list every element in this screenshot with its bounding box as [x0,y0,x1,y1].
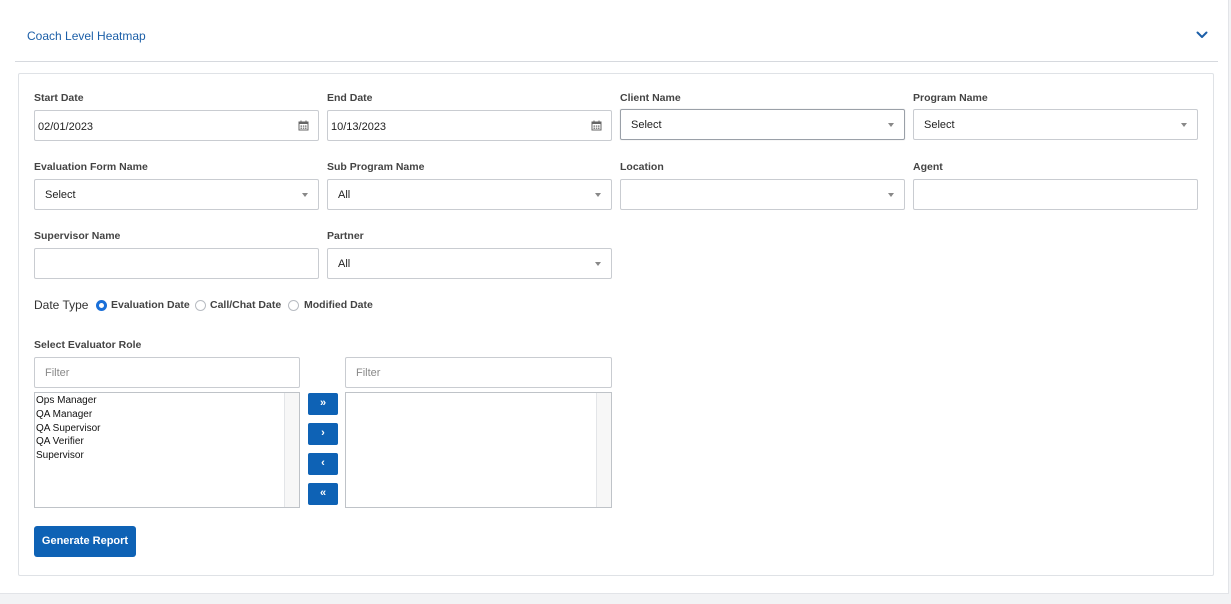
supervisor-name-field[interactable] [34,248,319,279]
partner-value: All [338,258,351,270]
radio-call-chat-date[interactable] [195,300,206,311]
supervisor-name-label: Supervisor Name [34,230,121,242]
caret-down-icon [302,193,308,197]
end-date-value: 10/13/2023 [331,121,387,133]
radio-call-chat-date-label[interactable]: Call/Chat Date [210,299,281,311]
calendar-icon[interactable] [298,120,309,131]
date-type-label: Date Type [34,298,89,312]
caret-down-icon [595,262,601,266]
evaluation-form-name-select[interactable]: Select [34,179,319,210]
selected-filter-field[interactable] [345,357,612,388]
selected-roles-list[interactable] [345,392,612,508]
calendar-icon[interactable] [591,120,602,131]
start-date-label: Start Date [34,92,84,104]
scrollbar[interactable] [596,393,611,507]
sub-program-name-value: All [338,189,351,201]
evaluation-form-name-label: Evaluation Form Name [34,161,148,173]
agent-field[interactable] [913,179,1198,210]
end-date-label: End Date [327,92,373,104]
location-label: Location [620,161,664,173]
filter-card: Start Date 02/01/2023 End Date 10/13/202… [18,73,1214,576]
program-name-value: Select [924,119,955,131]
list-item[interactable]: QA Verifier [36,435,84,448]
sub-program-name-label: Sub Program Name [327,161,425,173]
caret-down-icon [595,193,601,197]
client-name-label: Client Name [620,92,681,104]
selected-filter-input[interactable] [346,358,611,387]
list-item[interactable]: QA Supervisor [36,422,100,435]
caret-down-icon [888,123,894,127]
radio-evaluation-date-label[interactable]: Evaluation Date [111,299,190,311]
program-name-label: Program Name [913,92,988,104]
move-all-left-button[interactable]: « [308,483,338,505]
panel-header[interactable]: Coach Level Heatmap [15,0,1218,62]
available-filter-input[interactable] [35,358,299,387]
list-item[interactable]: Supervisor [36,449,84,462]
program-name-select[interactable]: Select [913,109,1198,140]
start-date-field[interactable]: 02/01/2023 [34,110,319,141]
list-item[interactable]: QA Manager [36,408,92,421]
list-item[interactable]: Ops Manager [36,394,97,407]
generate-report-button[interactable]: Generate Report [34,526,136,557]
sub-program-name-select[interactable]: All [327,179,612,210]
caret-down-icon [1181,123,1187,127]
page-container: Coach Level Heatmap Start Date 02/01/202… [0,0,1229,594]
radio-evaluation-date[interactable] [96,300,107,311]
move-left-button[interactable]: ‹ [308,453,338,475]
evaluator-role-label: Select Evaluator Role [34,339,142,351]
chevron-down-icon[interactable] [1195,28,1209,42]
available-roles-list[interactable]: Ops Manager QA Manager QA Supervisor QA … [34,392,300,508]
evaluation-form-name-value: Select [45,189,76,201]
move-right-button[interactable]: › [308,423,338,445]
panel-title: Coach Level Heatmap [27,29,146,43]
partner-label: Partner [327,230,364,242]
radio-modified-date-label[interactable]: Modified Date [304,299,373,311]
radio-modified-date[interactable] [288,300,299,311]
location-select[interactable] [620,179,905,210]
client-name-value: Select [631,119,662,131]
start-date-value: 02/01/2023 [38,121,94,133]
partner-select[interactable]: All [327,248,612,279]
move-all-right-button[interactable]: » [308,393,338,415]
scrollbar[interactable] [284,393,299,507]
end-date-field[interactable]: 10/13/2023 [327,110,612,141]
client-name-select[interactable]: Select [620,109,905,140]
agent-label: Agent [913,161,943,173]
available-filter-field[interactable] [34,357,300,388]
caret-down-icon [888,193,894,197]
